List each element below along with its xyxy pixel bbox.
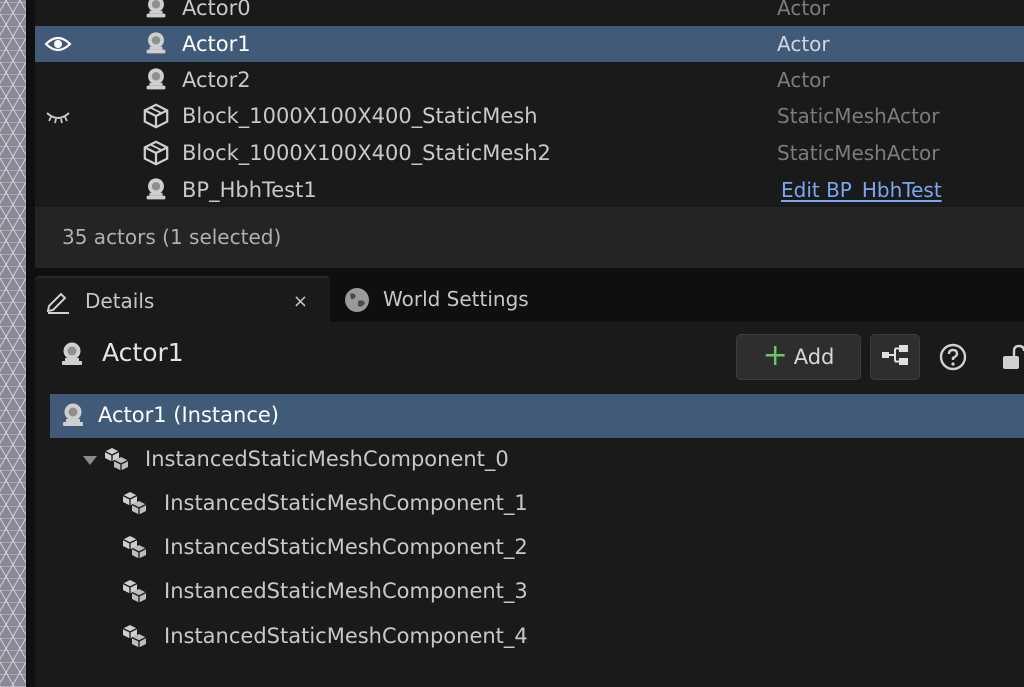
details-panel: Actor1 + Add Actor1 (Instance) Instanced… — [35, 322, 1024, 687]
outliner-row-actor1[interactable]: Actor1 Actor — [35, 26, 1024, 62]
chevron-down-icon[interactable] — [82, 452, 98, 468]
add-component-button[interactable]: + Add — [736, 334, 861, 380]
component-row[interactable]: InstancedStaticMeshComponent_2 — [50, 526, 1024, 570]
actor-count-status: 35 actors (1 selected) — [62, 225, 282, 249]
outliner-item-type: Actor — [777, 32, 830, 56]
outliner-item-label: Actor0 — [182, 0, 251, 20]
outliner-row-block-staticmesh2[interactable]: Block_1000X100X400_StaticMesh2 StaticMes… — [35, 135, 1024, 171]
component-row-root[interactable]: Actor1 (Instance) — [50, 394, 1024, 438]
instanced-mesh-icon — [120, 489, 150, 519]
outliner-item-label: BP_HbhTest1 — [182, 178, 317, 202]
outliner-item-type: StaticMeshActor — [777, 141, 940, 165]
globe-icon — [343, 286, 369, 312]
actor-icon — [141, 172, 171, 208]
visible-eye-icon[interactable] — [43, 26, 73, 62]
details-header: Actor1 + Add — [35, 322, 1024, 388]
tab-details-label: Details — [85, 289, 155, 313]
component-row[interactable]: InstancedStaticMeshComponent_1 — [50, 482, 1024, 526]
actor-icon — [58, 401, 88, 431]
outliner-row-actor2[interactable]: Actor2 Actor — [35, 62, 1024, 98]
help-icon[interactable] — [938, 342, 968, 372]
outliner-row-actor0[interactable]: Actor0 Actor — [35, 0, 1024, 26]
outliner-row-block-staticmesh[interactable]: Block_1000X100X400_StaticMesh StaticMesh… — [35, 98, 1024, 134]
outliner-item-type: StaticMeshActor — [777, 104, 940, 128]
close-icon[interactable]: × — [293, 291, 308, 312]
lock-icon[interactable] — [1000, 342, 1024, 372]
tab-details[interactable]: Details × — [35, 276, 330, 324]
details-tab-bar: Details × World Settings — [35, 268, 1024, 324]
edit-blueprint-link[interactable]: Edit BP_HbhTest — [781, 178, 942, 202]
component-label: InstancedStaticMeshComponent_0 — [145, 447, 509, 471]
component-label: InstancedStaticMeshComponent_1 — [164, 491, 528, 515]
component-row[interactable]: InstancedStaticMeshComponent_4 — [50, 615, 1024, 659]
component-label: InstancedStaticMeshComponent_3 — [164, 579, 528, 603]
tab-world-settings-label: World Settings — [383, 287, 529, 311]
hierarchy-icon — [880, 342, 910, 372]
level-viewport-edge — [0, 0, 26, 687]
panel-splitter[interactable] — [26, 0, 35, 687]
plus-icon: + — [762, 337, 788, 373]
instanced-mesh-icon — [120, 577, 150, 607]
outliner-item-label: Block_1000X100X400_StaticMesh2 — [182, 141, 551, 165]
outliner-row-bp-hbhtest1[interactable]: BP_HbhTest1 Edit BP_HbhTest — [35, 172, 1024, 208]
tab-world-settings[interactable]: World Settings — [335, 276, 575, 322]
outliner-item-label: Actor1 — [182, 32, 251, 56]
actor-icon — [141, 62, 171, 98]
component-tree: Actor1 (Instance) InstancedStaticMeshCom… — [50, 392, 1024, 687]
component-label: Actor1 (Instance) — [98, 403, 280, 427]
component-row[interactable]: InstancedStaticMeshComponent_0 — [50, 438, 1024, 482]
outliner-status-bar: 35 actors (1 selected) — [35, 207, 1024, 268]
instanced-mesh-icon — [120, 533, 150, 563]
component-label: InstancedStaticMeshComponent_2 — [164, 535, 528, 559]
outliner-item-label: Actor2 — [182, 68, 251, 92]
pencil-icon — [45, 288, 71, 314]
component-label: InstancedStaticMeshComponent_4 — [164, 624, 528, 648]
static-mesh-icon — [141, 98, 171, 134]
actor-icon — [141, 0, 171, 26]
add-button-label: Add — [793, 345, 835, 369]
selected-actor-name: Actor1 — [102, 338, 184, 367]
actor-icon — [141, 26, 171, 62]
instanced-mesh-icon — [102, 445, 132, 475]
hidden-eye-icon[interactable] — [43, 98, 73, 134]
static-mesh-icon — [141, 135, 171, 171]
instanced-mesh-icon — [120, 622, 150, 652]
outliner-item-label: Block_1000X100X400_StaticMesh — [182, 104, 538, 128]
outliner-item-type: Actor — [777, 0, 830, 20]
outliner-item-type: Actor — [777, 68, 830, 92]
actor-icon — [57, 340, 87, 370]
component-row[interactable]: InstancedStaticMeshComponent_3 — [50, 570, 1024, 614]
blueprint-hierarchy-button[interactable] — [870, 334, 920, 380]
